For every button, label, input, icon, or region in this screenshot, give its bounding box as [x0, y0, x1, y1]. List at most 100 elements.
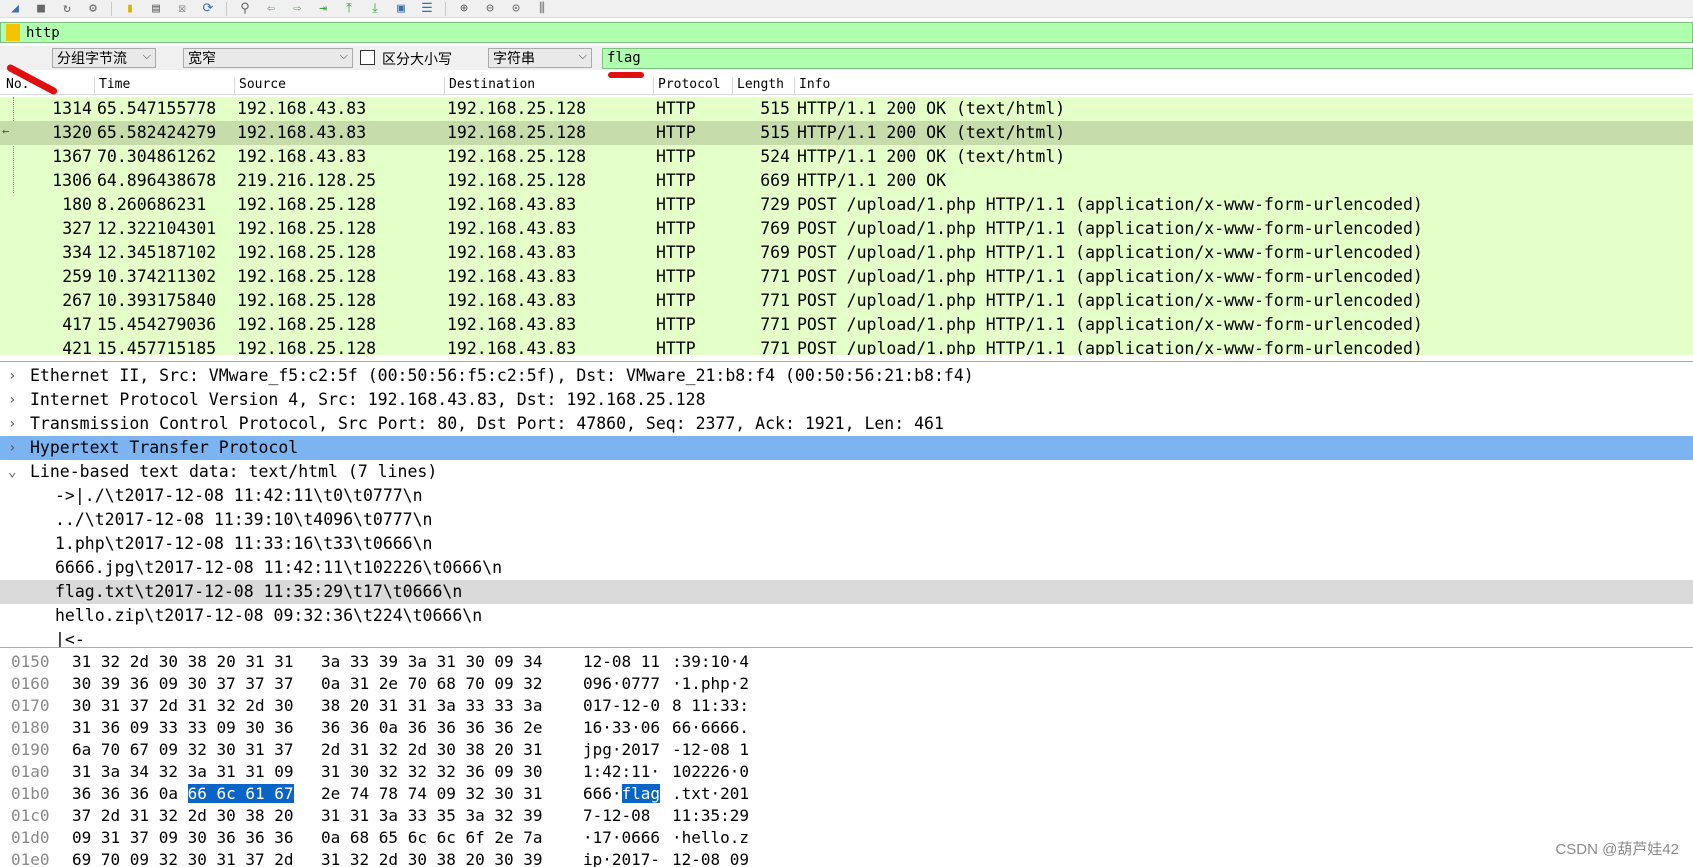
bytes-hex-group-1[interactable]: 31 3a 34 32 3a 31 31 09: [72, 761, 294, 783]
bytes-ascii-group-1[interactable]: 7-12-08: [583, 805, 650, 827]
bytes-hex-group-2[interactable]: 31 32 2d 30 38 20 30 39: [321, 849, 543, 867]
open-file-icon[interactable]: ▮: [119, 0, 141, 17]
bytes-ascii-group-1[interactable]: 1:42:11·: [583, 761, 660, 783]
protocol-tree-item[interactable]: ⌄ Line-based text data: text/html (7 line…: [0, 460, 1693, 484]
bytes-ascii-group-2[interactable]: 11:35:29: [672, 805, 749, 827]
text-data-line[interactable]: hello.zip\t2017-12-08 09:32:36\t224\t066…: [0, 604, 1693, 628]
bytes-ascii-group-1[interactable]: ·17·0666: [583, 827, 660, 849]
bytes-hex-selected[interactable]: 66 6c 61 67: [187, 784, 294, 803]
expand-right-icon[interactable]: ›: [8, 364, 16, 388]
colorize-icon[interactable]: ☰: [416, 0, 438, 17]
restart-icon[interactable]: ↻: [56, 0, 78, 17]
bookmark-icon[interactable]: [6, 24, 20, 41]
bytes-hex-group-2[interactable]: 38 20 31 31 3a 33 33 3a: [321, 695, 543, 717]
protocol-tree-item[interactable]: › Hypertext Transfer Protocol: [0, 436, 1693, 460]
bytes-hex-group-1[interactable]: 37 2d 31 32 2d 30 38 20: [72, 805, 294, 827]
bytes-hex-group-2[interactable]: 36 36 0a 36 36 36 36 2e: [321, 717, 543, 739]
packet-row[interactable]: 180 8.260686231 192.168.25.128 192.168.43.8…: [0, 193, 1693, 217]
bytes-ascii-group-2[interactable]: .txt·201: [672, 783, 749, 805]
bytes-hex-group-1[interactable]: 69 70 09 32 30 31 37 2d: [72, 849, 294, 867]
bytes-ascii-group-2[interactable]: -12-08 1: [672, 739, 749, 761]
bytes-hex-group-2[interactable]: 31 30 32 32 32 36 09 30: [321, 761, 543, 783]
bytes-hex-group-2[interactable]: 3a 33 39 3a 31 30 09 34: [321, 651, 543, 673]
bytes-hex-group-1[interactable]: 31 36 09 33 33 09 30 36: [72, 717, 294, 739]
text-data-line[interactable]: flag.txt\t2017-12-08 11:35:29\t17\t0666\…: [0, 580, 1693, 604]
bytes-hex-group-2[interactable]: 0a 68 65 6c 6c 6f 2e 7a: [321, 827, 543, 849]
bytes-ascii-group-1[interactable]: 16·33·06: [583, 717, 660, 739]
column-header-info[interactable]: Info: [794, 77, 830, 95]
search-in-select[interactable]: 分组字节流 ⌵: [52, 48, 156, 68]
char-width-select[interactable]: 宽窄 ⌵: [183, 48, 353, 68]
protocol-tree-item[interactable]: › Internet Protocol Version 4, Src: 192.1…: [0, 388, 1693, 412]
go-last-icon[interactable]: ⤓: [364, 0, 386, 17]
bytes-hex-group-2[interactable]: 31 31 3a 33 35 3a 32 39: [321, 805, 543, 827]
reload-icon[interactable]: ⟳: [197, 0, 219, 17]
packet-row[interactable]: 421 15.457715185 192.168.25.128 192.168.43.…: [0, 337, 1693, 355]
bytes-ascii-group-1[interactable]: 666·flag: [583, 783, 661, 805]
bytes-hex-group-1[interactable]: 31 32 2d 30 38 20 31 31: [72, 651, 294, 673]
options-icon[interactable]: ⚙: [82, 0, 104, 17]
bytes-ascii-group-2[interactable]: 8 11:33:: [672, 695, 749, 717]
packet-row[interactable]: 259 10.374211302 192.168.25.128 192.168.43.…: [0, 265, 1693, 289]
stop-icon[interactable]: ■: [30, 0, 52, 17]
bytes-hex-group-1[interactable]: 6a 70 67 09 32 30 31 37: [72, 739, 294, 761]
bytes-ascii-selected[interactable]: flag: [621, 784, 661, 803]
bytes-hex-group-1[interactable]: 36 36 36 0a 66 6c 61 67: [72, 783, 294, 805]
find-icon[interactable]: ⚲: [234, 0, 256, 17]
zoom-in-icon[interactable]: ⊕: [453, 0, 475, 17]
column-header-time[interactable]: Time: [94, 77, 130, 95]
close-file-icon[interactable]: ☒: [171, 0, 193, 17]
bytes-ascii-group-2[interactable]: ·1.php·2: [672, 673, 749, 695]
protocol-tree-item[interactable]: › Transmission Control Protocol, Src Port…: [0, 412, 1693, 436]
protocol-tree-item[interactable]: › Ethernet II, Src: VMware_f5:c2:5f (00:5…: [0, 364, 1693, 388]
go-back-icon[interactable]: ⇦: [260, 0, 282, 17]
bytes-hex-group-2[interactable]: 2d 31 32 2d 30 38 20 31: [321, 739, 543, 761]
packet-row[interactable]: 1314 65.547155778 192.168.43.83 192.168.25.…: [0, 97, 1693, 121]
go-first-icon[interactable]: ⤒: [338, 0, 360, 17]
bytes-hex-group-1[interactable]: 30 39 36 09 30 37 37 37: [72, 673, 294, 695]
bytes-hex-group-1[interactable]: 30 31 37 2d 31 32 2d 30: [72, 695, 294, 717]
packet-row[interactable]: 1306 64.896438678 219.216.128.25 192.168.25…: [0, 169, 1693, 193]
column-header-source[interactable]: Source: [234, 77, 286, 95]
bytes-ascii-group-2[interactable]: 12-08 09: [672, 849, 749, 867]
column-header-length[interactable]: Length: [732, 77, 784, 95]
text-data-line[interactable]: 1.php\t2017-12-08 11:33:16\t33\t0666\n: [0, 532, 1693, 556]
text-data-line[interactable]: |<-: [0, 628, 1693, 647]
find-search-input[interactable]: flag: [602, 48, 1693, 69]
bytes-ascii-group-2[interactable]: ·hello.z: [672, 827, 749, 849]
column-header-destination[interactable]: Destination: [444, 77, 535, 95]
zoom-out-icon[interactable]: ⊖: [479, 0, 501, 17]
packet-row[interactable]: 267 10.393175840 192.168.25.128 192.168.43.…: [0, 289, 1693, 313]
bytes-ascii-group-1[interactable]: jpg·2017: [583, 739, 660, 761]
expand-right-icon[interactable]: ›: [8, 412, 16, 436]
packet-row[interactable]: 417 15.454279036 192.168.25.128 192.168.43.…: [0, 313, 1693, 337]
column-header-protocol[interactable]: Protocol: [653, 77, 721, 95]
bytes-ascii-group-2[interactable]: 102226·0: [672, 761, 749, 783]
packet-row[interactable]: 1367 70.304861262 192.168.43.83 192.168.25.…: [0, 145, 1693, 169]
bytes-hex[interactable]: 36 36 36 0a: [72, 784, 188, 803]
go-forward-icon[interactable]: ⇨: [286, 0, 308, 17]
bytes-ascii-group-1[interactable]: 096·0777: [583, 673, 660, 695]
expand-right-icon[interactable]: ›: [8, 388, 16, 412]
expand-down-icon[interactable]: ⌄: [8, 460, 16, 484]
text-data-line[interactable]: ../\t2017-12-08 11:39:10\t4096\t0777\n: [0, 508, 1693, 532]
packet-row[interactable]: 334 12.345187102 192.168.25.128 192.168.43.…: [0, 241, 1693, 265]
display-filter-input[interactable]: http: [26, 25, 60, 41]
autoscroll-icon[interactable]: ▣: [390, 0, 412, 17]
bytes-ascii-group-1[interactable]: 12-08 11: [583, 651, 660, 673]
bytes-ascii-group-1[interactable]: 017-12-0: [583, 695, 660, 717]
go-to-packet-icon[interactable]: ⇥: [312, 0, 334, 17]
text-data-line[interactable]: ->|./\t2017-12-08 11:42:11\t0\t0777\n: [0, 484, 1693, 508]
zoom-reset-icon[interactable]: ⊙: [505, 0, 527, 17]
shark-fin-icon[interactable]: ◢: [4, 0, 26, 17]
bytes-hex-group-2[interactable]: 0a 31 2e 70 68 70 09 32: [321, 673, 543, 695]
packet-row[interactable]: 1320 65.582424279 192.168.43.83 192.168.25.…: [0, 121, 1693, 145]
save-file-icon[interactable]: ▤: [145, 0, 167, 17]
bytes-ascii[interactable]: 666·: [583, 784, 622, 803]
packet-row[interactable]: 327 12.322104301 192.168.25.128 192.168.43.…: [0, 217, 1693, 241]
bytes-ascii-group-2[interactable]: 66·6666.: [672, 717, 749, 739]
expand-right-icon[interactable]: ›: [8, 436, 16, 460]
resize-columns-icon[interactable]: ⫼: [531, 0, 553, 17]
case-sensitive-checkbox[interactable]: [360, 50, 375, 65]
text-data-line[interactable]: 6666.jpg\t2017-12-08 11:42:11\t102226\t0…: [0, 556, 1693, 580]
